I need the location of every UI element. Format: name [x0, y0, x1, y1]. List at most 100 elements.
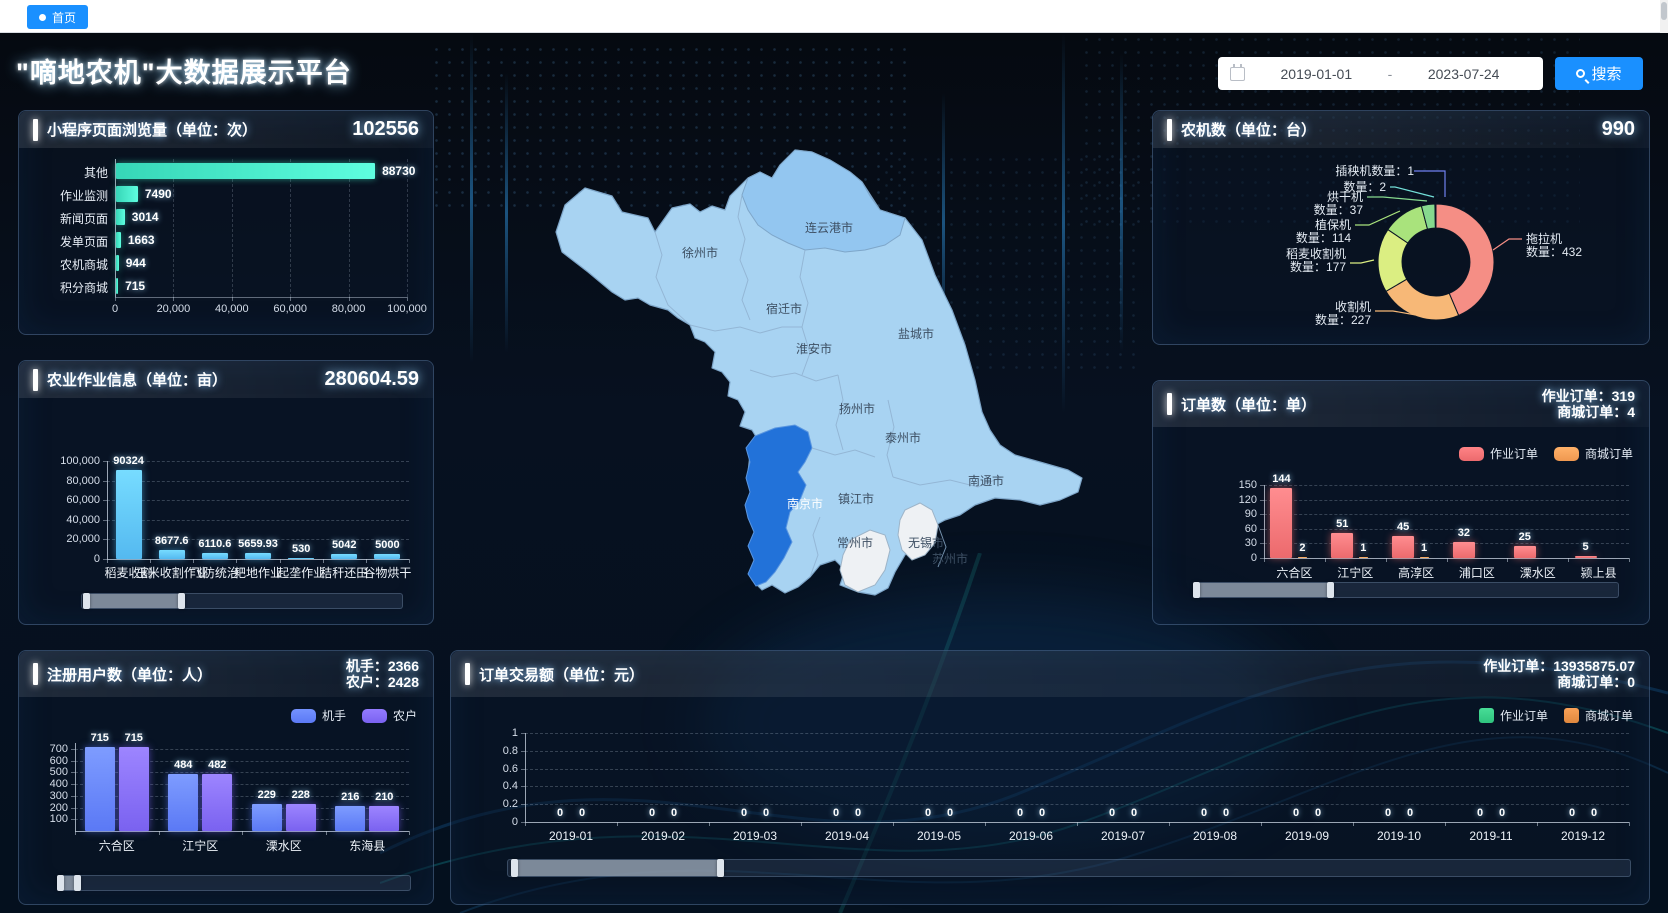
stat-line: 作业订单：13935875.07 [1483, 658, 1635, 674]
gridline [107, 461, 409, 462]
donut-label: 植保机 [1315, 217, 1351, 232]
panel-title: 订单交易额（单位：元） [479, 664, 644, 685]
x-tick-label: 0 [112, 303, 118, 315]
x-category-label: 2019-08 [1193, 829, 1237, 843]
bar [1298, 557, 1307, 559]
axis-tick [75, 831, 76, 835]
bar-value-label: 484 [174, 759, 192, 771]
legend-item-作业订单[interactable]: 作业订单 [1459, 445, 1538, 462]
x-category-label: 浦口区 [1459, 564, 1495, 581]
data-zoom-handle-left[interactable] [511, 859, 518, 877]
panel-header: 农业作业信息（单位：亩） 280604.59 [19, 361, 433, 398]
gridline [232, 159, 233, 297]
map-city-label-扬州市: 扬州市 [839, 401, 875, 416]
date-start[interactable]: 2019-01-01 [1249, 66, 1384, 82]
bar-value-label: 0 [1201, 807, 1207, 819]
y-tick-label: 60 [1165, 523, 1257, 535]
legend-item-商城订单[interactable]: 商城订单 [1554, 445, 1633, 462]
x-category-label: 2019-01 [549, 829, 593, 843]
x-category-label: 2019-10 [1377, 829, 1421, 843]
bar-value-label: 0 [1039, 807, 1045, 819]
axis-tick [1386, 558, 1387, 562]
bar [335, 806, 365, 831]
bar-category-label: 积分商城 [31, 279, 108, 296]
panel-accent-bar [465, 663, 470, 685]
y-tick-label: 100 [31, 813, 68, 825]
axis-tick [159, 831, 160, 835]
data-zoom-range[interactable] [514, 860, 722, 876]
legend-swatch [1554, 447, 1579, 461]
data-zoom-handle-left[interactable] [1193, 582, 1200, 598]
bar-value-label: 1 [1421, 542, 1427, 554]
axis-tick [409, 559, 410, 563]
decor-streak [1120, 53, 1123, 353]
bar [116, 255, 119, 271]
data-zoom-handle-right[interactable] [74, 875, 81, 891]
map-city-label-镇江市: 镇江市 [838, 491, 874, 506]
x-category-label: 谷物烘干 [363, 564, 411, 581]
axis-tick [1568, 558, 1569, 562]
data-zoom-range[interactable] [60, 876, 78, 890]
axis-tick [801, 822, 802, 826]
data-zoom-slider[interactable] [81, 593, 403, 609]
axis-tick [280, 559, 281, 563]
x-category-label: 溧水区 [1520, 564, 1556, 581]
bar-value-label: 530 [292, 543, 310, 555]
data-zoom-handle-left[interactable] [83, 593, 90, 609]
axis-tick [323, 559, 324, 563]
data-zoom-handle-right[interactable] [717, 859, 724, 877]
scrollbar[interactable] [1660, 0, 1668, 33]
scrollbar-thumb[interactable] [1661, 2, 1667, 20]
map-city-label-宿迁市: 宿迁市 [766, 301, 802, 316]
bar-value-label: 90324 [113, 455, 144, 467]
search-button[interactable]: 搜索 [1555, 57, 1643, 90]
axis-tick [1447, 558, 1448, 562]
donut-label: 拖拉机 [1526, 231, 1562, 246]
date-range-picker[interactable]: 2019-01-01 - 2023-07-24 [1218, 57, 1543, 90]
bar-value-label: 0 [557, 807, 563, 819]
data-zoom-handle-right[interactable] [1327, 582, 1334, 598]
data-zoom-slider[interactable] [507, 859, 1631, 877]
legend-item-商城订单[interactable]: 商城订单 [1564, 707, 1633, 724]
y-tick-label: 700 [31, 743, 68, 755]
axis-tick [1325, 558, 1326, 562]
x-axis-line [107, 559, 409, 560]
panel-accent-bar [1167, 393, 1172, 415]
y-tick-label: 600 [31, 755, 68, 767]
bar-value-label: 0 [1499, 807, 1505, 819]
bar-value-label: 0 [1315, 807, 1321, 819]
bar-value-label: 5 [1583, 541, 1589, 553]
axis-tick [1537, 822, 1538, 826]
axis-tick [236, 559, 237, 563]
map-city-label-无锡市: 无锡市 [908, 535, 944, 550]
axis-tick [1629, 558, 1630, 562]
data-zoom-range[interactable] [86, 594, 182, 608]
axis-tick [150, 559, 151, 563]
tab-home[interactable]: 首页 [27, 5, 88, 29]
axis-tick [1507, 558, 1508, 562]
bar [116, 232, 121, 248]
data-zoom-slider[interactable] [59, 875, 411, 891]
bar [116, 470, 142, 559]
panel-accent-bar [33, 663, 38, 685]
map-city-label-常州市: 常州市 [837, 535, 873, 550]
y-tick-label: 120 [1165, 494, 1257, 506]
legend-item-作业订单[interactable]: 作业订单 [1479, 707, 1548, 724]
x-category-label: 2019-11 [1469, 829, 1512, 843]
data-zoom-handle-left[interactable] [57, 875, 64, 891]
data-zoom-slider[interactable] [1195, 582, 1619, 598]
x-category-label: 秸秆还田 [320, 564, 368, 581]
legend-swatch [1479, 708, 1494, 723]
donut-label: 数量：2 [1343, 179, 1386, 194]
x-tick-label: 100,000 [387, 303, 427, 315]
axis-tick [1353, 822, 1354, 826]
calendar-icon [1230, 67, 1245, 81]
date-end[interactable]: 2023-07-24 [1396, 66, 1531, 82]
data-zoom-handle-right[interactable] [178, 593, 185, 609]
donut-label: 数量：114 [1296, 230, 1351, 245]
legend-item-机手[interactable]: 机手 [291, 707, 346, 724]
legend-swatch [362, 709, 387, 723]
data-zoom-range[interactable] [1196, 583, 1331, 597]
y-tick-label: 60,000 [31, 494, 100, 506]
legend-item-农户[interactable]: 农户 [362, 707, 417, 724]
